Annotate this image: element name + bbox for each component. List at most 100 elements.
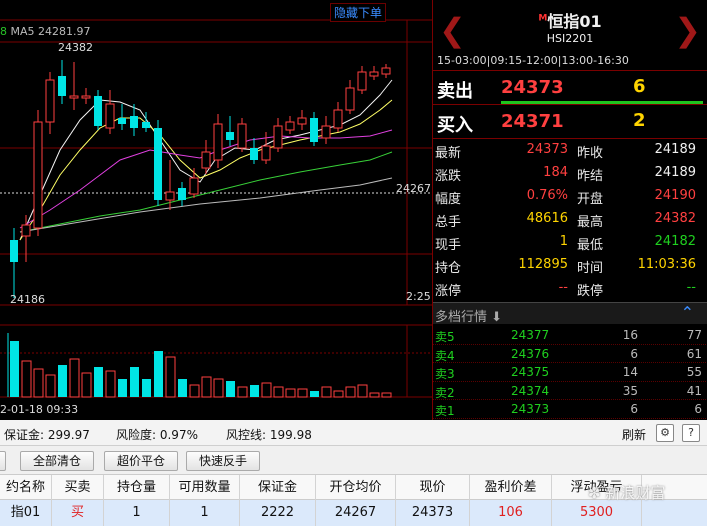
column-header[interactable]: 可用数量 (170, 475, 240, 501)
toolbar-edge-button[interactable] (0, 451, 6, 471)
stat-label: 最高 (577, 215, 604, 230)
column-header[interactable]: 持仓量 (104, 475, 170, 501)
stat-label: 开盘 (577, 192, 604, 207)
depth-row[interactable]: 卖1 24373 6 6 (433, 400, 707, 419)
candle-body (333, 109, 343, 129)
quote-header: ❮ M恒指01 HSI2201 15-03:00|09:15-12:00|13:… (433, 0, 707, 70)
depth-row[interactable]: 卖3 24375 14 55 (433, 363, 707, 382)
stat-label: 昨结 (577, 169, 604, 184)
volume-bar (33, 368, 44, 398)
stat-row: 涨停 -- 跌停 -- (433, 277, 707, 300)
watermark: ✽ 新浪财富 (588, 484, 666, 502)
depth-price: 24375 (511, 365, 550, 380)
stat-label: 幅度 (435, 192, 462, 207)
stat-value: -- (686, 280, 696, 295)
stat-label: 跌停 (577, 284, 604, 299)
depth-level: 卖2 (435, 385, 455, 400)
hide-order-button[interactable]: 隐藏下单 (330, 3, 387, 22)
volume-bar (81, 372, 92, 398)
stat-label: 现手 (435, 238, 462, 253)
candle-body (94, 96, 102, 126)
stat-value: 11:03:36 (637, 257, 696, 272)
super-close-button[interactable]: 超价平仓 (104, 451, 178, 471)
trade-toolbar: 全部清仓 超价平仓 快速反手 (0, 448, 707, 474)
bid-row[interactable]: 买入 24371 2 (433, 104, 707, 138)
refresh-button[interactable]: 刷新 (622, 426, 646, 443)
bid-price: 24371 (501, 111, 564, 132)
stat-label: 涨停 (435, 284, 462, 299)
candle-body (357, 71, 367, 91)
depth-title: 多档行情 ⬇ (435, 310, 503, 325)
volume-bar (310, 391, 319, 397)
candle-body (261, 145, 271, 161)
stat-value: 1 (559, 234, 568, 249)
stat-row: 总手 48616 最高 24382 (433, 208, 707, 231)
chevron-up-icon[interactable]: ⌃ (681, 303, 694, 322)
position-price-marker: 24267 (396, 182, 431, 195)
ask-label: 卖出 (437, 81, 473, 102)
depth-header[interactable]: 多档行情 ⬇ ⌃ (433, 302, 707, 325)
double-chevron-icon: ⬇ (491, 310, 503, 325)
depth-total: 41 (686, 383, 702, 398)
candle-body (118, 118, 126, 124)
volume-bar (118, 379, 127, 397)
candle-body (345, 87, 355, 111)
table-cell: 24267 (316, 500, 396, 526)
table-cell: 1 (104, 500, 170, 526)
candle-body (226, 132, 234, 140)
depth-row[interactable]: 卖5 24377 16 77 (433, 326, 707, 345)
risk-text: 风险度: 0.97% (116, 428, 198, 442)
column-header[interactable]: 盈利价差 (470, 475, 552, 501)
candle-body (237, 123, 247, 149)
depth-level: 卖3 (435, 367, 455, 382)
stat-label: 昨收 (577, 146, 604, 161)
kline-chart[interactable]: 隐藏下单 8 MA5 24281.97 24382 24186 24267 2:… (0, 0, 432, 420)
table-cell: 24373 (396, 500, 470, 526)
ask-row[interactable]: 卖出 24373 6 (433, 70, 707, 104)
logo-icon: ✽ (588, 484, 601, 502)
close-all-button[interactable]: 全部清仓 (20, 451, 94, 471)
table-cell: 2222 (240, 500, 316, 526)
candle-body (369, 71, 379, 77)
depth-volume: 16 (622, 328, 638, 342)
stat-value: 24373 (526, 142, 568, 157)
table-cell: 指01 (0, 500, 52, 526)
settings-icon[interactable]: ⚙ (656, 424, 674, 442)
depth-row[interactable]: 卖4 24376 6 61 (433, 345, 707, 364)
depth-level: 卖1 (435, 404, 455, 419)
column-header[interactable]: 保证金 (240, 475, 316, 501)
bid-volume: 2 (633, 110, 646, 131)
next-contract-icon[interactable]: ❯ (674, 14, 701, 46)
table-row[interactable]: 指01 买 1 1 2222 24267 24373 106 5300 (0, 500, 707, 526)
volume-bar (321, 386, 332, 398)
low-price-label: 24186 (10, 293, 45, 306)
depth-price: 24376 (511, 346, 550, 361)
candle-body (273, 125, 283, 149)
candle-body (250, 148, 258, 160)
help-icon[interactable]: ? (682, 424, 700, 442)
stat-value: 24190 (654, 188, 696, 203)
candle-body (154, 128, 162, 200)
column-header[interactable]: 开仓均价 (316, 475, 396, 501)
volume-bar (178, 379, 187, 397)
stat-value: 112895 (518, 257, 568, 272)
candle-body (213, 123, 223, 161)
depth-volume: 14 (622, 365, 638, 380)
depth-volume: 6 (630, 402, 638, 417)
volume-bar (154, 351, 163, 397)
volume-bar (189, 384, 200, 398)
depth-volume: 35 (622, 383, 638, 398)
contract-code: HSI2201 (546, 32, 594, 45)
column-header[interactable]: 买卖 (52, 475, 104, 501)
volume-bar (130, 367, 139, 397)
column-header[interactable]: 现价 (396, 475, 470, 501)
ask-volume: 6 (633, 76, 646, 97)
quick-reverse-button[interactable]: 快速反手 (186, 451, 260, 471)
candle-body (310, 118, 318, 142)
depth-total: 77 (686, 328, 702, 342)
stat-label: 最新 (435, 146, 462, 161)
candle-body (285, 121, 295, 131)
depth-row[interactable]: 卖2 24374 35 41 (433, 382, 707, 401)
column-header[interactable]: 约名称 (0, 475, 52, 501)
volume-bar (285, 388, 296, 398)
